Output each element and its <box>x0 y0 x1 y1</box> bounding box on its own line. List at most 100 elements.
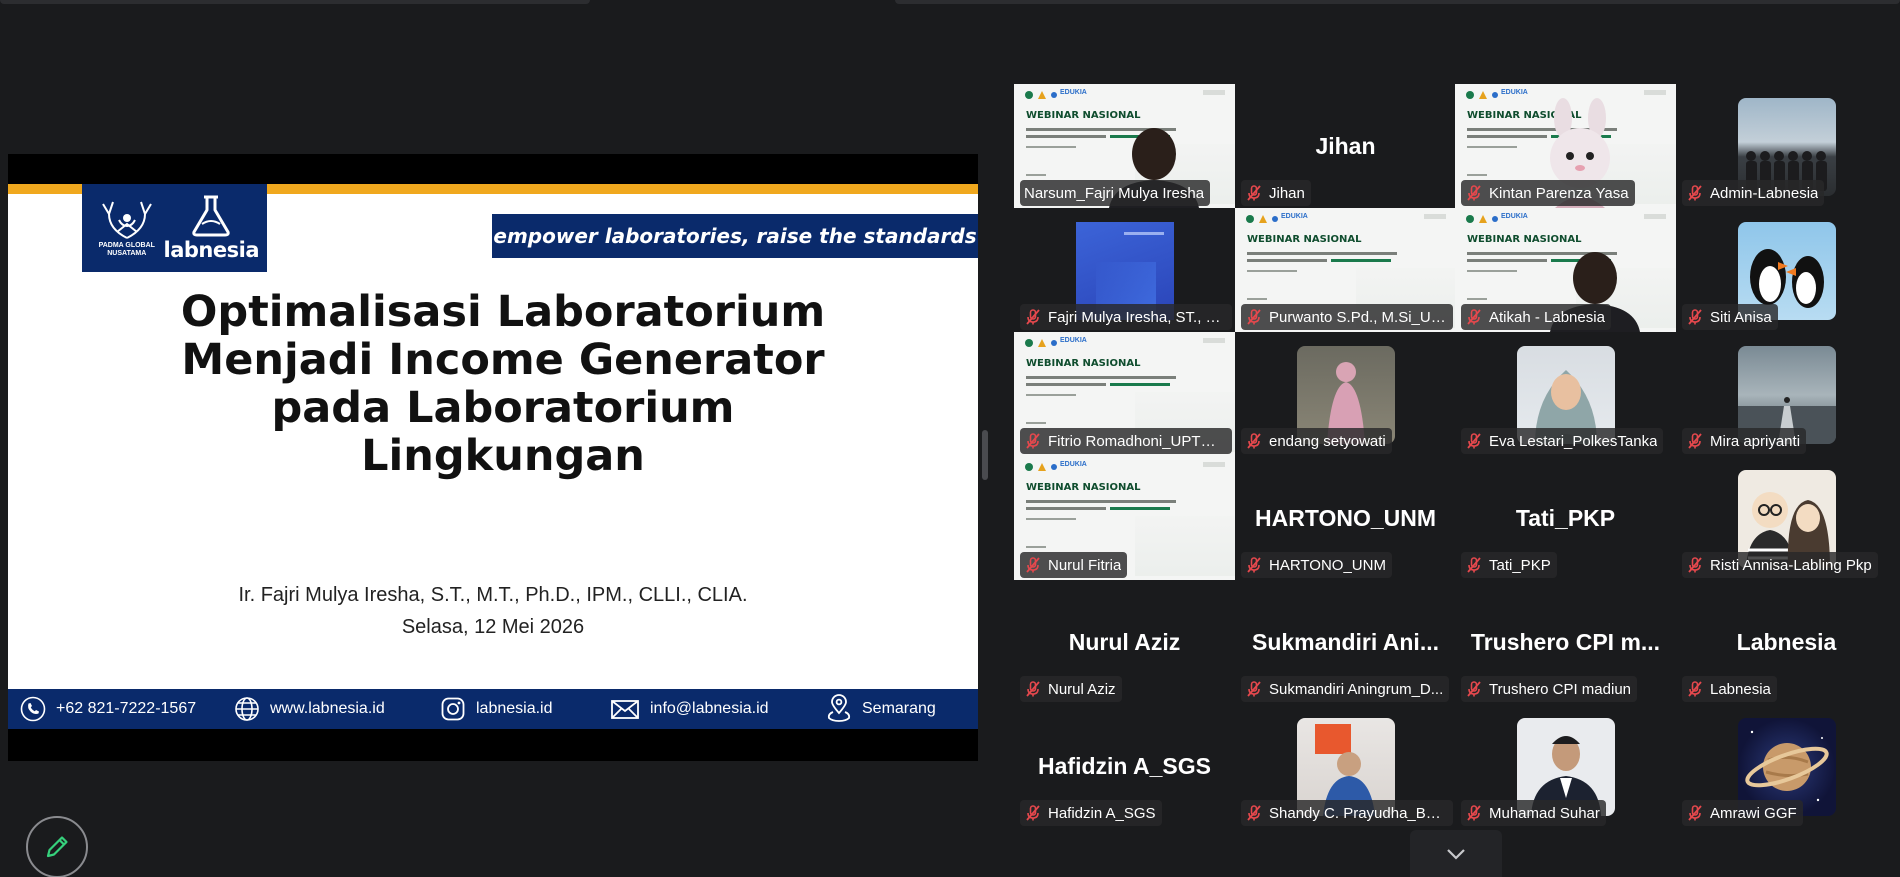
participant-name: Eva Lestari_PolkesTanka <box>1489 432 1658 450</box>
thumbnail-brand: EDUKIA <box>1060 89 1087 96</box>
participant-tile[interactable]: EDUKIA WEBINAR NASIONAL Nurul Fitria <box>1014 456 1235 580</box>
participant-name: Shandy C. Prayudha_BPB... <box>1269 804 1447 822</box>
participant-name: Hafidzin A_SGS <box>1048 804 1156 822</box>
participant-name-label: Atikah - Labnesia <box>1461 304 1611 330</box>
participant-name: Admin-Labnesia <box>1710 184 1819 202</box>
participant-name: Risti Annisa-Labling Pkp <box>1710 556 1872 574</box>
slide-logo-box: PADMA GLOBAL NUSATAMA labnesia <box>82 184 267 272</box>
participant-name: Jihan <box>1269 184 1305 202</box>
participant-name: Purwanto S.Pd., M.Si_UN... <box>1269 308 1447 326</box>
participant-tile[interactable]: Jihan Jihan <box>1235 84 1456 208</box>
footer-location-text: Semarang <box>862 700 936 717</box>
participant-name-label: Siti Anisa <box>1682 304 1778 330</box>
participant-tile[interactable]: Nurul Aziz Nurul Aziz <box>1014 580 1235 704</box>
participant-name-label: Narsum_Fajri Mulya Iresha <box>1020 180 1211 206</box>
mic-muted-icon <box>1688 681 1702 697</box>
participant-name: Labnesia <box>1710 680 1771 698</box>
participant-name-label: Muhamad Suhar <box>1461 800 1606 826</box>
participant-tile[interactable]: Hafidzin A_SGS Hafidzin A_SGS <box>1014 704 1235 828</box>
top-bar-right <box>895 0 1900 4</box>
participant-name: Tati_PKP <box>1489 556 1551 574</box>
footer-phone-text: +62 821-7222-1567 <box>56 700 197 717</box>
thumbnail-brand: EDUKIA <box>1501 89 1528 96</box>
mic-muted-icon <box>1467 681 1481 697</box>
mic-muted-icon <box>1467 185 1481 201</box>
participant-name-label: Hafidzin A_SGS <box>1020 800 1162 826</box>
thumbnail-brand: EDUKIA <box>1060 337 1087 344</box>
mic-muted-icon <box>1247 185 1261 201</box>
slide-tagline: empower laboratories, raise the standard… <box>492 214 978 258</box>
mic-muted-icon <box>1026 309 1040 325</box>
participant-name-label: Purwanto S.Pd., M.Si_UN... <box>1241 304 1453 330</box>
participant-tile[interactable]: EDUKIA WEBINAR NASIONAL Narsum_Fajri Mulya… <box>1014 84 1235 208</box>
mic-muted-icon <box>1247 557 1261 573</box>
participant-name: Atikah - Labnesia <box>1489 308 1605 326</box>
footer-instagram-text: labnesia.id <box>476 700 553 717</box>
participant-name: Sukmandiri Aningrum_D... <box>1269 680 1444 698</box>
shared-screen[interactable]: PADMA GLOBAL NUSATAMA labnesia empower l… <box>8 154 978 761</box>
participant-name: Narsum_Fajri Mulya Iresha <box>1024 184 1205 202</box>
participant-name-label: Nurul Aziz <box>1020 676 1122 702</box>
flask-icon <box>192 195 230 237</box>
mic-muted-icon <box>1467 433 1481 449</box>
thumbnail-brand: EDUKIA <box>1501 213 1528 220</box>
top-bar-left <box>0 0 590 4</box>
mail-icon <box>611 700 639 719</box>
slide-title-line: Optimalisasi Laboratorium <box>180 287 826 337</box>
mic-muted-icon <box>1247 805 1261 821</box>
participant-tile[interactable]: EDUKIA WEBINAR NASIONAL Fitrio Romadhoni_U… <box>1014 332 1235 456</box>
participant-tile[interactable]: EDUKIA WEBINAR NASIONAL Purwanto S.Pd., M.… <box>1235 208 1456 332</box>
mic-muted-icon <box>1247 433 1261 449</box>
participant-tile[interactable]: Labnesia Labnesia <box>1676 580 1897 704</box>
participant-name: Fitrio Romadhoni_UPTD L... <box>1048 432 1226 450</box>
participant-tile[interactable]: Shandy C. Prayudha_BPB... <box>1235 704 1456 828</box>
participant-tile[interactable]: HARTONO_UNM HARTONO_UNM <box>1235 456 1456 580</box>
mic-muted-icon <box>1688 433 1702 449</box>
gallery-next-page-button[interactable] <box>1410 830 1502 877</box>
participant-name-label: Eva Lestari_PolkesTanka <box>1461 428 1664 454</box>
mic-muted-icon <box>1026 681 1040 697</box>
participant-tile[interactable]: Siti Anisa <box>1676 208 1897 332</box>
footer-email: info@labnesia.id <box>610 689 769 729</box>
participant-name-label: Tati_PKP <box>1461 552 1557 578</box>
participant-name-label: Admin-Labnesia <box>1682 180 1825 206</box>
participant-tile[interactable]: Fajri Mulya Iresha, ST., M.T. <box>1014 208 1235 332</box>
globe-icon <box>235 697 259 721</box>
participant-tile[interactable]: Risti Annisa-Labling Pkp <box>1676 456 1897 580</box>
participant-tile[interactable]: Trushero CPI m... Trushero CPI madiun <box>1455 580 1676 704</box>
mic-muted-icon <box>1247 309 1261 325</box>
participant-name-label: Nurul Fitria <box>1020 552 1128 578</box>
footer-phone: +62 821-7222-1567 <box>20 689 196 729</box>
presentation-slide: PADMA GLOBAL NUSATAMA labnesia empower l… <box>8 184 978 729</box>
participant-name-label: Kintan Parenza Yasa <box>1461 180 1635 206</box>
participant-name-label: Trushero CPI madiun <box>1461 676 1638 702</box>
participant-gallery: EDUKIA WEBINAR NASIONAL Narsum_Fajri Mulya… <box>1014 84 1897 828</box>
footer-website: www.labnesia.id <box>234 689 385 729</box>
participant-tile[interactable]: EDUKIA WEBINAR NASIONAL Kintan Parenza Yas… <box>1455 84 1676 208</box>
padma-deer-icon <box>101 201 152 239</box>
footer-location: Semarang <box>826 689 936 729</box>
footer-instagram: labnesia.id <box>440 689 553 729</box>
participant-name: Nurul Aziz <box>1048 680 1116 698</box>
mic-muted-icon <box>1247 681 1261 697</box>
instagram-icon <box>441 697 465 721</box>
labnesia-logo-text: labnesia <box>163 238 260 262</box>
participant-name: Amrawi GGF <box>1710 804 1797 822</box>
annotate-button[interactable] <box>26 816 88 877</box>
participant-tile[interactable]: Muhamad Suhar <box>1455 704 1676 828</box>
participant-tile[interactable]: Sukmandiri Ani... Sukmandiri Aningrum_D..… <box>1235 580 1456 704</box>
phone-icon <box>20 696 46 722</box>
participant-tile[interactable]: Amrawi GGF <box>1676 704 1897 828</box>
participant-tile[interactable]: EDUKIA WEBINAR NASIONAL Atikah - Labnesia <box>1455 208 1676 332</box>
split-divider-handle[interactable] <box>982 430 988 480</box>
slide-title-line: Lingkungan <box>361 431 645 481</box>
slide-footer: +62 821-7222-1567 www.labnesia.id labnes… <box>8 689 978 729</box>
participant-name-label: Labnesia <box>1682 676 1777 702</box>
mic-muted-icon <box>1467 805 1481 821</box>
participant-tile[interactable]: Mira apriyanti <box>1676 332 1897 456</box>
participant-tile[interactable]: Admin-Labnesia <box>1676 84 1897 208</box>
participant-tile[interactable]: Eva Lestari_PolkesTanka <box>1455 332 1676 456</box>
participant-name: Trushero CPI madiun <box>1489 680 1632 698</box>
participant-tile[interactable]: Tati_PKP Tati_PKP <box>1455 456 1676 580</box>
participant-tile[interactable]: endang setyowati <box>1235 332 1456 456</box>
